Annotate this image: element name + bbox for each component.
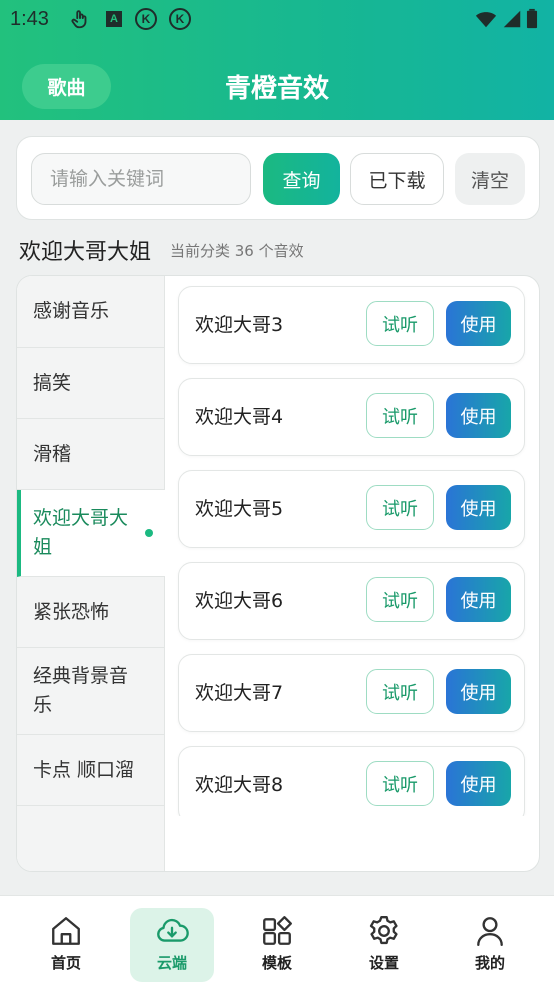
active-dot bbox=[145, 529, 153, 537]
sidebar-item-beat-rhymes[interactable]: 卡点 顺口溜 bbox=[17, 735, 165, 806]
sidebar-item-label: 欢迎大哥大姐 bbox=[33, 507, 129, 558]
nav-label: 我的 bbox=[474, 954, 505, 972]
listen-button[interactable]: 试听 bbox=[366, 393, 434, 438]
sound-name: 欢迎大哥4 bbox=[195, 406, 284, 428]
sidebar-item-horror[interactable]: 紧张恐怖 bbox=[17, 577, 165, 648]
cloud-download-icon bbox=[157, 918, 189, 942]
query-button[interactable]: 查询 bbox=[263, 153, 340, 205]
sound-item: 欢迎大哥5 试听 使用 bbox=[178, 470, 525, 548]
use-button[interactable]: 使用 bbox=[446, 393, 511, 438]
sound-item: 欢迎大哥6 试听 使用 bbox=[178, 562, 525, 640]
wifi-icon bbox=[474, 7, 498, 31]
use-button[interactable]: 使用 bbox=[446, 669, 511, 714]
sidebar-item-label: 卡点 顺口溜 bbox=[33, 758, 135, 781]
sound-item: 欢迎大哥7 试听 使用 bbox=[178, 654, 525, 732]
sound-item: 欢迎大哥3 试听 使用 bbox=[178, 286, 525, 364]
sidebar-item-welcome[interactable]: 欢迎大哥大姐 bbox=[17, 490, 165, 577]
nav-templates[interactable]: 模板 bbox=[235, 908, 319, 982]
signal-icon bbox=[500, 7, 524, 31]
sound-name: 欢迎大哥5 bbox=[195, 498, 284, 520]
main-panel: 感谢音乐 搞笑 滑稽 欢迎大哥大姐 紧张恐怖 经典背景音乐 卡点 顺口溜 欢迎大… bbox=[16, 275, 540, 872]
home-icon bbox=[52, 917, 80, 945]
app-title: 青橙音效 bbox=[224, 74, 329, 104]
sidebar-item-thanks-music[interactable]: 感谢音乐 bbox=[17, 276, 165, 348]
battery-icon bbox=[524, 7, 540, 31]
sidebar-item-label: 经典背景音乐 bbox=[33, 665, 129, 716]
sound-item: 欢迎大哥8 试听 使用 bbox=[178, 746, 525, 816]
header: 1:43 A K K 歌曲 青橙音效 bbox=[0, 0, 554, 120]
listen-button[interactable]: 试听 bbox=[366, 577, 434, 622]
user-icon bbox=[477, 917, 503, 946]
use-button[interactable]: 使用 bbox=[446, 761, 511, 806]
sidebar-item-classic-bgm[interactable]: 经典背景音乐 bbox=[17, 648, 165, 735]
sidebar-item-label: 滑稽 bbox=[33, 442, 72, 465]
nav-home[interactable]: 首页 bbox=[24, 908, 108, 982]
grid-icon bbox=[263, 916, 292, 945]
sidebar-item-label: 搞笑 bbox=[33, 371, 72, 394]
sidebar-item-comic[interactable]: 滑稽 bbox=[17, 419, 165, 490]
nav-label: 设置 bbox=[368, 954, 399, 972]
use-button[interactable]: 使用 bbox=[446, 577, 511, 622]
category-count: 当前分类 36 个音效 bbox=[170, 242, 304, 260]
nav-label: 首页 bbox=[50, 954, 81, 972]
sidebar-item-funny[interactable]: 搞笑 bbox=[17, 348, 165, 419]
category-sidebar[interactable]: 感谢音乐 搞笑 滑稽 欢迎大哥大姐 紧张恐怖 经典背景音乐 卡点 顺口溜 bbox=[17, 276, 165, 871]
category-title: 欢迎大哥大姐 bbox=[19, 240, 152, 265]
clear-button[interactable]: 清空 bbox=[455, 153, 525, 205]
nav-label: 模板 bbox=[261, 954, 292, 972]
listen-button[interactable]: 试听 bbox=[366, 669, 434, 714]
search-card: 查询 已下载 清空 bbox=[16, 136, 540, 220]
k-icon: K bbox=[168, 7, 192, 31]
search-input[interactable] bbox=[31, 153, 251, 205]
gear-icon bbox=[369, 916, 398, 945]
nav-mine[interactable]: 我的 bbox=[448, 908, 532, 982]
nav-cloud[interactable]: 云端 bbox=[130, 908, 214, 982]
k-icon: K bbox=[134, 7, 158, 31]
sound-name: 欢迎大哥6 bbox=[195, 590, 284, 612]
downloaded-button[interactable]: 已下载 bbox=[350, 153, 444, 205]
sound-name: 欢迎大哥8 bbox=[195, 774, 284, 796]
status-time: 1:43 bbox=[10, 8, 49, 30]
bottom-nav: 首页 云端 模板 设置 我的 bbox=[0, 895, 554, 984]
sidebar-item-label: 紧张恐怖 bbox=[33, 600, 110, 623]
sound-list[interactable]: 欢迎大哥3 试听 使用 欢迎大哥4 试听 使用 欢迎大哥5 试听 使用 欢迎大哥… bbox=[166, 276, 539, 816]
use-button[interactable]: 使用 bbox=[446, 485, 511, 530]
sound-name: 欢迎大哥7 bbox=[195, 682, 284, 704]
listen-button[interactable]: 试听 bbox=[366, 301, 434, 346]
touch-icon bbox=[68, 7, 92, 31]
status-bar: 1:43 A K K bbox=[0, 0, 554, 38]
listen-button[interactable]: 试听 bbox=[366, 485, 434, 530]
nav-settings[interactable]: 设置 bbox=[342, 908, 426, 982]
sound-name: 欢迎大哥3 bbox=[195, 314, 284, 336]
sound-item: 欢迎大哥4 试听 使用 bbox=[178, 378, 525, 456]
a-icon: A bbox=[102, 7, 126, 31]
nav-label: 云端 bbox=[156, 954, 187, 972]
listen-button[interactable]: 试听 bbox=[366, 761, 434, 806]
sidebar-item-label: 感谢音乐 bbox=[33, 300, 110, 322]
use-button[interactable]: 使用 bbox=[446, 301, 511, 346]
